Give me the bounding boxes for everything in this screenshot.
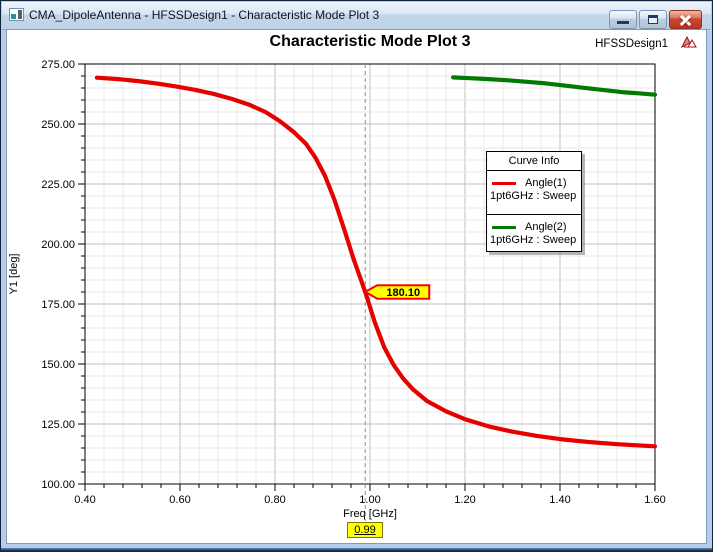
maximize-button[interactable] xyxy=(639,10,667,29)
window-bottom-edge xyxy=(1,548,712,551)
svg-text:125.00: 125.00 xyxy=(41,419,75,431)
angle1-sweep-label: 1pt6GHz : Sweep xyxy=(490,190,577,202)
angle2-line-sample xyxy=(492,225,516,229)
window-icon-detail xyxy=(11,14,16,19)
svg-text:275.00: 275.00 xyxy=(41,59,75,71)
svg-text:150.00: 150.00 xyxy=(41,359,75,371)
svg-text:250.00: 250.00 xyxy=(41,119,75,131)
plot-canvas[interactable]: 0.40 0.60 0.80 1.00 1.20 1.40 1.60 100.00 125.00… xyxy=(1,29,713,546)
svg-text:1.60: 1.60 xyxy=(644,494,665,506)
y-marker-callout[interactable]: 180.10 xyxy=(363,284,431,300)
svg-text:175.00: 175.00 xyxy=(41,299,75,311)
minimize-icon xyxy=(617,21,629,24)
angle2-label: Angle(2) xyxy=(525,221,567,233)
window-title: CMA_DipoleAntenna - HFSSDesign1 - Charac… xyxy=(29,8,380,22)
window-icon xyxy=(9,8,24,21)
window-icon-detail-bar xyxy=(18,10,22,19)
minimize-button[interactable] xyxy=(609,10,637,29)
plot-window: CMA_DipoleAntenna - HFSSDesign1 - Charac… xyxy=(0,0,713,552)
legend-header: Curve Info xyxy=(487,152,581,171)
titlebar[interactable]: CMA_DipoleAntenna - HFSSDesign1 - Charac… xyxy=(2,2,711,30)
legend[interactable]: Curve Info Angle(1) 1pt6GHz : Sweep Angl… xyxy=(486,151,582,252)
x-axis-tick-labels: 0.40 0.60 0.80 1.00 1.20 1.40 1.60 xyxy=(74,494,665,506)
svg-text:0.80: 0.80 xyxy=(264,494,285,506)
svg-text:100.00: 100.00 xyxy=(41,479,75,491)
svg-text:200.00: 200.00 xyxy=(41,239,75,251)
angle1-label: Angle(1) xyxy=(525,177,567,189)
maximize-icon xyxy=(648,15,658,24)
angle1-curve xyxy=(94,75,658,449)
close-button[interactable] xyxy=(669,10,702,29)
svg-text:1.00: 1.00 xyxy=(359,494,380,506)
angle2-sweep-label: 1pt6GHz : Sweep xyxy=(490,234,577,246)
plot-grid xyxy=(85,64,655,484)
angle1-line-sample xyxy=(492,181,516,185)
svg-text:1.40: 1.40 xyxy=(549,494,570,506)
legend-entry-angle1: Angle(1) 1pt6GHz : Sweep xyxy=(487,171,581,214)
svg-text:0.60: 0.60 xyxy=(169,494,190,506)
x-marker-label[interactable]: 0.99 xyxy=(347,522,383,538)
axis-ticks xyxy=(78,63,656,491)
report-area: Characteristic Mode Plot 3 HFSSDesign1 0… xyxy=(1,29,713,546)
angle2-curve xyxy=(451,75,658,97)
svg-text:180.10: 180.10 xyxy=(386,287,420,299)
y-axis-title: Y1 [deg] xyxy=(8,254,20,295)
svg-text:1.20: 1.20 xyxy=(454,494,475,506)
svg-text:225.00: 225.00 xyxy=(41,179,75,191)
svg-text:0.40: 0.40 xyxy=(74,494,95,506)
y-axis-tick-labels: 100.00 125.00 150.00 175.00 200.00 225.00 250.… xyxy=(41,59,75,491)
legend-entry-angle2: Angle(2) 1pt6GHz : Sweep xyxy=(487,214,581,258)
x-axis-title: Freq [GHz] xyxy=(343,508,397,520)
